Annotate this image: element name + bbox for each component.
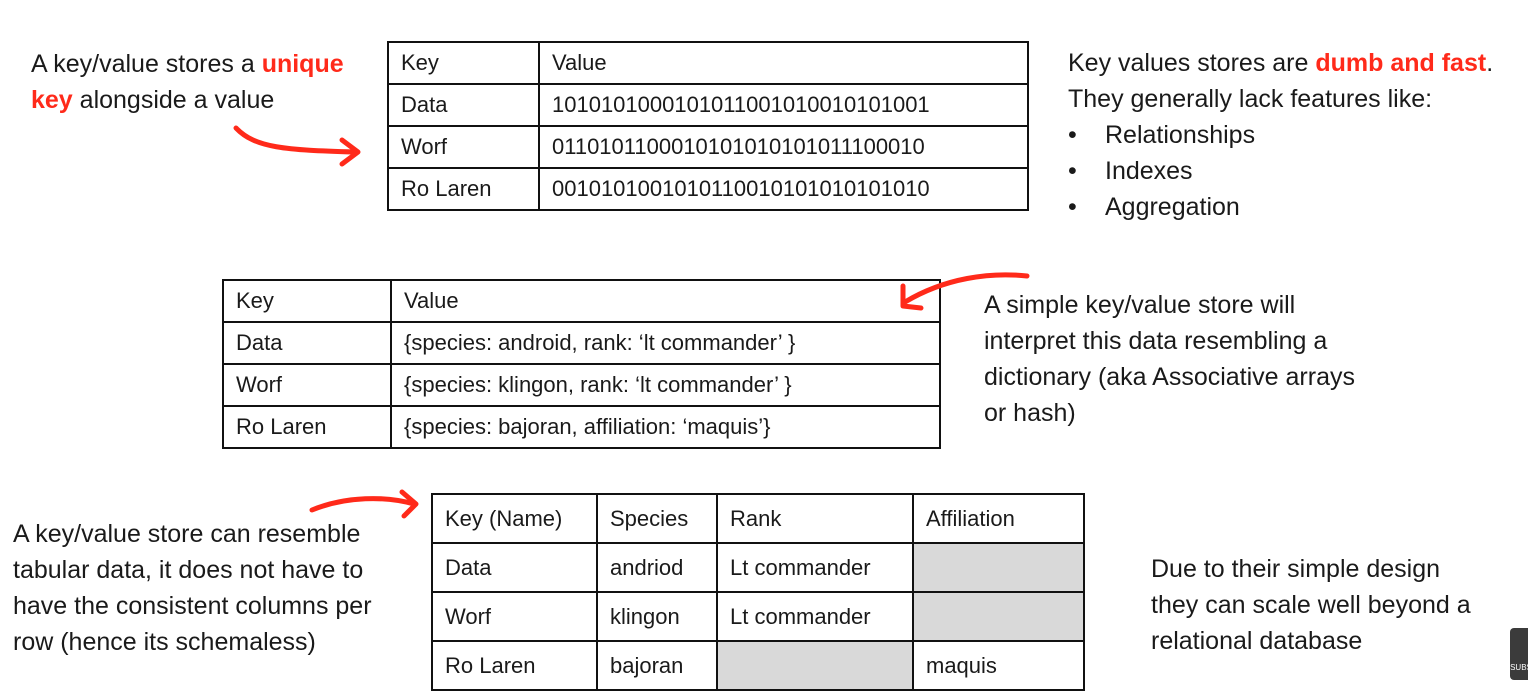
row-key: Worf [387, 125, 540, 169]
red-arrow-1-icon [233, 125, 361, 167]
table-row: Data {species: android, rank: ‘lt comman… [222, 321, 941, 365]
row-value: 0010101001010110010101010101010 [538, 167, 1029, 211]
dictionary-note: A simple key/value store will interpret … [984, 287, 1424, 431]
table-row: Ro Laren {species: bajoran, affiliation:… [222, 405, 941, 449]
red-arrow-3-icon [309, 489, 419, 519]
intro-prefix: A key/value stores a [31, 50, 262, 78]
note-line: they can scale well beyond a [1151, 591, 1471, 619]
features-line1-prefix: Key values stores are [1068, 49, 1316, 77]
table-row: Ro Laren 0010101001010110010101010101010 [387, 167, 1029, 211]
cell-affiliation: maquis [912, 640, 1085, 691]
note-line: relational database [1151, 627, 1363, 655]
row-key: Data [222, 321, 392, 365]
table-header-row: Key (Name) Species Rank Affiliation [431, 493, 1085, 544]
binary-table: Key Value Data 1010101000101011001010010… [387, 41, 1029, 211]
table-header-row: Key Value [222, 279, 941, 323]
row-value: {species: bajoran, affiliation: ‘maquis’… [390, 405, 941, 449]
cell-affiliation-empty [912, 591, 1085, 642]
features-line1-suffix: . [1486, 49, 1494, 77]
note-line: row (hence its schemaless) [13, 628, 316, 656]
cell-rank-empty [716, 640, 914, 691]
note-line: or hash) [984, 399, 1076, 427]
intro-highlight-unique: unique [261, 50, 344, 78]
note-line: have the consistent columns per [13, 592, 372, 620]
row-value: 0110101100010101010101011100010 [538, 125, 1029, 169]
table-row: Data 1010101000101011001010010101001 [387, 83, 1029, 127]
features-line2: They generally lack features like: [1068, 85, 1433, 113]
scale-note: Due to their simple design they can scal… [1151, 551, 1521, 659]
note-line: interpret this data resembling a [984, 327, 1328, 355]
dictionary-table: Key Value Data {species: android, rank: … [222, 279, 941, 449]
header-rank: Rank [716, 493, 914, 544]
row-value: {species: android, rank: ‘lt commander’ … [390, 321, 941, 365]
cell-species: andriod [596, 542, 718, 593]
cell-key: Worf [431, 591, 598, 642]
row-value: {species: klingon, rank: ‘lt commander’ … [390, 363, 941, 407]
row-key: Data [387, 83, 540, 127]
header-value: Value [390, 279, 941, 323]
tabular-note: A key/value store can resemble tabular d… [13, 516, 423, 660]
note-line: dictionary (aka Associative arrays [984, 363, 1355, 391]
intro-suffix: alongside a value [72, 86, 275, 114]
cell-rank: Lt commander [716, 542, 914, 593]
header-species: Species [596, 493, 718, 544]
cell-rank: Lt commander [716, 591, 914, 642]
cell-key: Data [431, 542, 598, 593]
header-value: Value [538, 41, 1029, 85]
header-affiliation: Affiliation [912, 493, 1085, 544]
table-row: Worf {species: klingon, rank: ‘lt comman… [222, 363, 941, 407]
features-list: Relationships Indexes Aggregation [1068, 117, 1255, 225]
intro-text: A key/value stores a unique key alongsid… [31, 46, 381, 118]
tabular-table: Key (Name) Species Rank Affiliation Data… [431, 493, 1085, 691]
features-highlight: dumb and fast [1315, 49, 1487, 77]
row-value: 1010101000101011001010010101001 [538, 83, 1029, 127]
header-key: Key [387, 41, 540, 85]
cell-affiliation-empty [912, 542, 1085, 593]
list-item: Relationships [1068, 117, 1255, 153]
header-key: Key [222, 279, 392, 323]
list-item: Indexes [1068, 153, 1255, 189]
channel-logo-icon[interactable]: SUBS [1510, 628, 1528, 680]
cell-species: bajoran [596, 640, 718, 691]
intro-highlight-key: key [31, 86, 73, 114]
features-text: Key values stores are dumb and fast. The… [1068, 45, 1528, 117]
note-line: tabular data, it does not have to [13, 556, 364, 584]
table-row: Ro Laren bajoran maquis [431, 640, 1085, 691]
table-row: Worf klingon Lt commander [431, 591, 1085, 642]
row-key: Ro Laren [222, 405, 392, 449]
note-line: Due to their simple design [1151, 555, 1441, 583]
table-header-row: Key Value [387, 41, 1029, 85]
row-key: Ro Laren [387, 167, 540, 211]
row-key: Worf [222, 363, 392, 407]
cell-key: Ro Laren [431, 640, 598, 691]
note-line: A simple key/value store will [984, 291, 1296, 319]
table-row: Data andriod Lt commander [431, 542, 1085, 593]
cell-species: klingon [596, 591, 718, 642]
list-item: Aggregation [1068, 189, 1255, 225]
header-key-name: Key (Name) [431, 493, 598, 544]
table-row: Worf 0110101100010101010101011100010 [387, 125, 1029, 169]
